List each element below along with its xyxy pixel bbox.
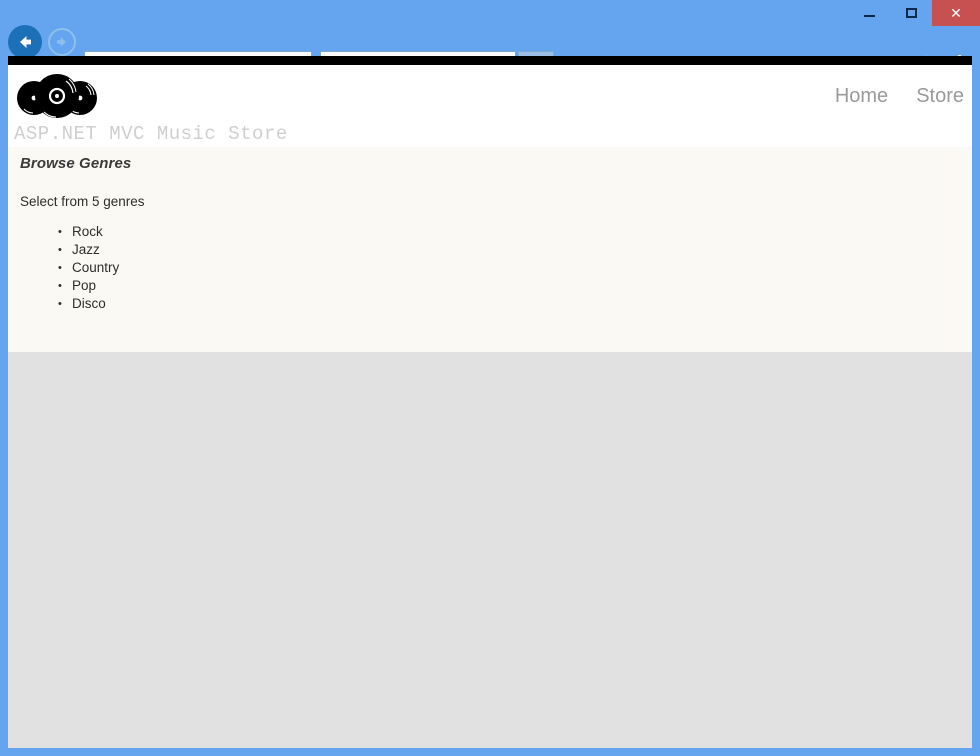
browser-chrome: ✕ xyxy=(0,0,980,56)
minimize-button[interactable] xyxy=(848,0,890,26)
forward-button[interactable] xyxy=(48,28,76,56)
site-title: ASP.NET MVC Music Store xyxy=(14,123,288,145)
maximize-icon xyxy=(906,8,917,18)
list-item[interactable]: Country xyxy=(58,259,972,277)
nav-link-home[interactable]: Home xyxy=(835,85,888,108)
main-content: Browse Genres Select from 5 genres Rock … xyxy=(8,147,972,352)
page-title: Browse Genres xyxy=(20,155,972,172)
back-arrow-icon xyxy=(15,32,35,52)
close-icon: ✕ xyxy=(950,6,962,20)
nav-link-store[interactable]: Store xyxy=(916,85,964,108)
site-header: ASP.NET MVC Music Store Home Store xyxy=(8,65,972,147)
main-navigation: Home Store xyxy=(835,85,964,108)
close-window-button[interactable]: ✕ xyxy=(932,0,980,26)
site-logo[interactable] xyxy=(14,73,100,124)
minimize-icon xyxy=(864,15,875,17)
chrome-separator xyxy=(8,56,972,65)
list-item[interactable]: Jazz xyxy=(58,241,972,259)
window-controls: ✕ xyxy=(848,0,980,26)
browser-window: ✕ xyxy=(0,0,980,756)
list-item[interactable]: Rock xyxy=(58,223,972,241)
vinyl-records-icon xyxy=(14,73,100,119)
genre-count-text: Select from 5 genres xyxy=(20,194,972,209)
page-viewport: ASP.NET MVC Music Store Home Store Brows… xyxy=(8,65,972,748)
maximize-button[interactable] xyxy=(890,0,932,26)
back-button[interactable] xyxy=(8,25,42,59)
genre-list: Rock Jazz Country Pop Disco xyxy=(20,223,972,313)
navigation-row: http://localhost:53089/Sto xyxy=(0,24,980,56)
forward-arrow-icon xyxy=(54,34,70,50)
list-item[interactable]: Pop xyxy=(58,277,972,295)
list-item[interactable]: Disco xyxy=(58,295,972,313)
